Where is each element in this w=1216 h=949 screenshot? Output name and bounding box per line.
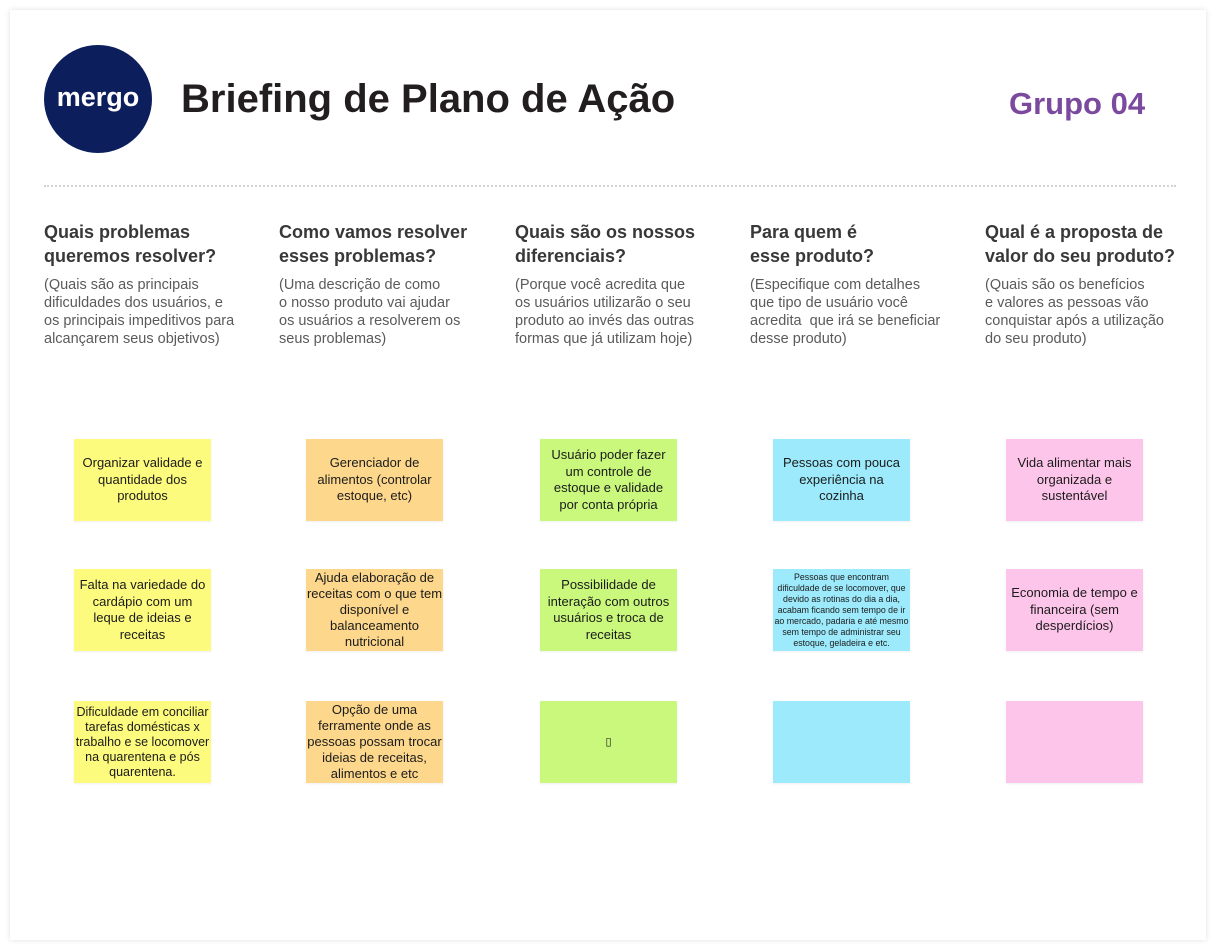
- column-value-proposition: Qual é a proposta de valor do seu produt…: [985, 220, 1190, 348]
- group-label: Grupo 04: [1009, 86, 1146, 121]
- sticky-note-text: Pessoas com pouca experiência na cozinha: [782, 455, 901, 504]
- logo-text: mergo: [56, 82, 140, 112]
- sticky-note-text: Ajuda elaboração de receitas com o que t…: [306, 570, 443, 649]
- column-heading: Quais são os nossos diferenciais?: [515, 222, 696, 266]
- column-audience: Para quem é esse produto? (Especifique c…: [750, 220, 955, 348]
- column-heading: Para quem é esse produto?: [750, 222, 875, 266]
- sticky-note-text: Gerenciador de alimentos (controlar esto…: [317, 455, 432, 504]
- sticky-note-text: Opção de uma ferramente onde as pessoas …: [307, 702, 442, 781]
- sticky-note-text: Pessoas que encontram dificuldade de se …: [774, 571, 909, 648]
- sticky-note-empty[interactable]: [1006, 701, 1143, 783]
- column-heading: Qual é a proposta de valor do seu produt…: [985, 222, 1176, 266]
- sticky-note[interactable]: Possibilidade de interação com outros us…: [540, 569, 677, 651]
- sticky-note-text: Possibilidade de interação com outros us…: [547, 577, 670, 642]
- column-description: (Especifique com detalhes que tipo de us…: [750, 277, 941, 347]
- column-heading: Quais problemas queremos resolver?: [44, 222, 217, 266]
- column-description: (Quais são as principais dificuldades do…: [44, 277, 235, 347]
- briefing-board: mergo Briefing de Plano de Ação Grupo 04…: [0, 0, 1216, 949]
- sticky-note-empty[interactable]: [773, 701, 910, 783]
- sticky-note[interactable]: ▯: [540, 701, 677, 783]
- column-differentials: Quais são os nossos diferenciais? (Porqu…: [515, 220, 720, 348]
- sticky-note-text: Dificuldade em conciliar tarefas domésti…: [75, 704, 210, 779]
- dotted-divider: [44, 185, 1176, 187]
- sticky-note-text: Economia de tempo e financeira (sem desp…: [1011, 585, 1138, 634]
- sticky-note[interactable]: Falta na variedade do cardápio com um le…: [74, 569, 211, 651]
- column-description: (Quais são os benefícios e valores as pe…: [985, 277, 1164, 347]
- sticky-note[interactable]: Vida alimentar mais organizada e sustent…: [1006, 439, 1143, 521]
- sticky-note[interactable]: Economia de tempo e financeira (sem desp…: [1006, 569, 1143, 651]
- sticky-note-text: Usuário poder fazer um controle de estoq…: [551, 447, 666, 512]
- column-description: (Porque você acredita que os usuários ut…: [515, 277, 694, 347]
- sticky-note[interactable]: Usuário poder fazer um controle de estoq…: [540, 439, 677, 521]
- sticky-note-text: Vida alimentar mais organizada e sustent…: [1017, 455, 1132, 504]
- column-description: (Uma descrição de como o nosso produto v…: [279, 277, 461, 347]
- column-problems: Quais problemas queremos resolver? (Quai…: [44, 220, 249, 348]
- page-title: Briefing de Plano de Ação: [181, 77, 676, 121]
- sticky-note[interactable]: Pessoas que encontram dificuldade de se …: [773, 569, 910, 651]
- sticky-note[interactable]: Gerenciador de alimentos (controlar esto…: [306, 439, 443, 521]
- sticky-note-text: Organizar validade e quantidade dos prod…: [82, 455, 203, 504]
- sticky-note[interactable]: Opção de uma ferramente onde as pessoas …: [306, 701, 443, 783]
- sticky-note[interactable]: Pessoas com pouca experiência na cozinha: [773, 439, 910, 521]
- sticky-note[interactable]: Organizar validade e quantidade dos prod…: [74, 439, 211, 521]
- sticky-note-text: ▯: [605, 736, 612, 748]
- sticky-note-text: Falta na variedade do cardápio com um le…: [79, 577, 206, 642]
- column-heading: Como vamos resolver esses problemas?: [279, 222, 468, 266]
- mergo-logo: mergo: [44, 45, 152, 153]
- column-solution: Como vamos resolver esses problemas? (Um…: [279, 220, 484, 348]
- sticky-note[interactable]: Dificuldade em conciliar tarefas domésti…: [74, 701, 211, 783]
- sticky-note[interactable]: Ajuda elaboração de receitas com o que t…: [306, 569, 443, 651]
